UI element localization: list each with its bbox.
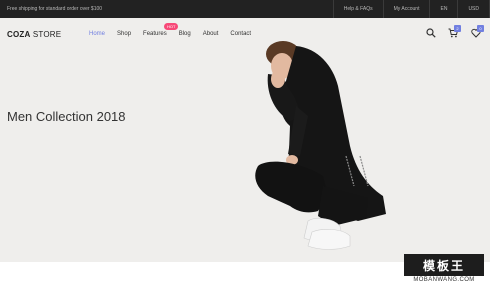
model-image [255, 41, 386, 250]
search-icon[interactable] [426, 28, 438, 40]
nav-about[interactable]: About [203, 31, 219, 37]
cart-count-badge: 2 [454, 25, 461, 32]
heart-icon[interactable]: 0 [471, 25, 484, 40]
nav-home[interactable]: Home [89, 31, 105, 37]
nav-features[interactable]: Features HOT [143, 23, 179, 37]
main-nav: Home Shop Features HOT Blog About Contac… [89, 23, 251, 37]
nav-shop[interactable]: Shop [117, 31, 131, 37]
top-links: Help & FAQs My Account EN USD [332, 0, 490, 18]
language-selector[interactable]: EN [429, 0, 457, 18]
hot-badge: HOT [164, 23, 179, 30]
currency-selector[interactable]: USD [457, 0, 490, 18]
my-account-link[interactable]: My Account [382, 0, 430, 18]
watermark-url: MOBANWANG.COM [413, 277, 475, 283]
site-logo[interactable]: COZA STORE [7, 30, 61, 39]
watermark: 模板王 MOBANWANG.COM [404, 254, 484, 286]
top-bar: Free shipping for standard order over $1… [0, 0, 490, 18]
nav-blog[interactable]: Blog [179, 31, 191, 37]
cart-icon[interactable]: 2 [448, 25, 461, 40]
hero-title: Men Collection 2018 [7, 109, 126, 124]
help-faqs-link[interactable]: Help & FAQs [332, 0, 383, 18]
wishlist-count-badge: 0 [477, 25, 484, 32]
shipping-promo: Free shipping for standard order over $1… [7, 6, 103, 12]
watermark-stamp: 模板王 [404, 254, 484, 276]
